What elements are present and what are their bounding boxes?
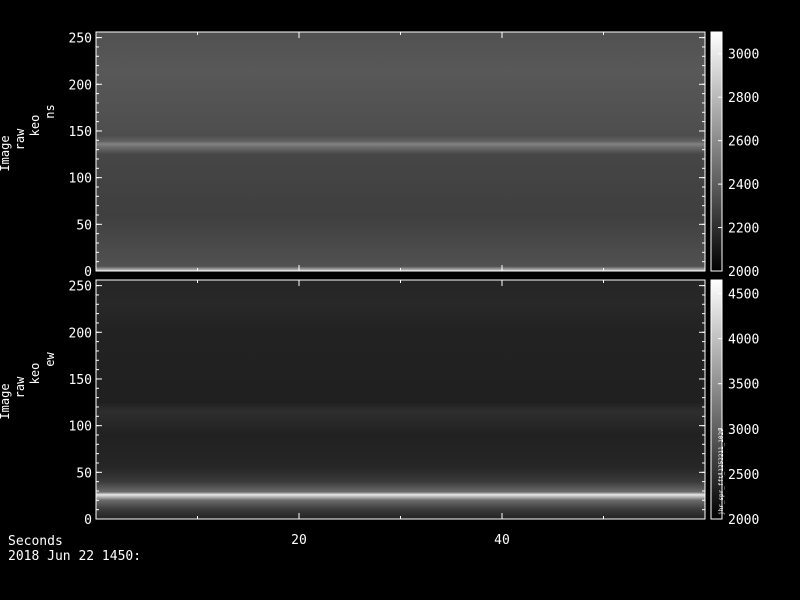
y-axis-label: keo <box>28 115 42 137</box>
colorbar-tick-label: 3000 <box>728 423 759 438</box>
y-axis-label: ns <box>43 104 57 118</box>
y-tick-label: 150 <box>69 373 92 388</box>
y-axis-label: Image <box>0 383 12 419</box>
x-axis-title: Seconds <box>8 534 63 549</box>
y-tick-label: 50 <box>76 466 92 481</box>
y-tick-label: 50 <box>76 218 92 233</box>
y-tick-label: 200 <box>69 78 92 93</box>
colorbar-tick-label: 3500 <box>728 378 759 393</box>
colorbar: 2000 2500 3000 3500 4000 4500 jhr_spr_fft_1252… <box>710 279 759 528</box>
colorbar-tick-label: 4000 <box>728 333 759 348</box>
y-tick-label: 150 <box>69 125 92 140</box>
y-axis-label: raw <box>13 128 27 150</box>
y-tick-label: 200 <box>69 326 92 341</box>
colorbar-tick-label: 2000 <box>728 513 759 528</box>
y-axis-label: ew <box>43 352 57 367</box>
y-tick-label: 0 <box>84 513 92 528</box>
colorbar-tick-label: 2400 <box>728 178 759 193</box>
keogram-panel-1: 0 50 100 150 200 250 Image rawkeons 2000 2200 2400… <box>0 31 759 280</box>
colorbar-tick-label: 4500 <box>728 288 759 303</box>
heatmap-image <box>96 280 705 519</box>
y-tick-label: 100 <box>69 172 92 187</box>
colorbar-annotation: jhr_spr_fft_1252211_1029 <box>718 428 725 515</box>
x-tick-label: 40 <box>494 533 510 548</box>
keogram-panel-2: 0 50 100 150 200 250 20 40 Image rawkeoew 2000 2500… <box>0 279 759 548</box>
colorbar-tick-label: 2800 <box>728 91 759 106</box>
heatmap-image <box>96 32 705 271</box>
colorbar-tick-label: 3000 <box>728 48 759 63</box>
colorbar-gradient <box>710 31 723 272</box>
timestamp-label: 2018 Jun 22 1450: <box>8 549 141 564</box>
y-tick-label: 0 <box>84 265 92 280</box>
keogram-figure: 050100150200250Image rawkeons200022002400… <box>0 31 759 564</box>
y-axis-label: keo <box>28 363 42 385</box>
x-tick-label: 20 <box>291 533 307 548</box>
colorbar-tick-label: 2000 <box>728 265 759 280</box>
colorbar-tick-label: 2200 <box>728 222 759 237</box>
colorbar-tick-label: 2600 <box>728 135 759 150</box>
y-tick-label: 100 <box>69 420 92 435</box>
y-tick-label: 250 <box>69 280 92 295</box>
colorbar-tick-label: 2500 <box>728 468 759 483</box>
y-axis-label: raw <box>13 376 27 398</box>
y-axis-label: Image <box>0 135 12 171</box>
colorbar: 2000 2200 2400 2600 2800 3000 <box>710 31 759 280</box>
y-tick-label: 250 <box>69 32 92 47</box>
